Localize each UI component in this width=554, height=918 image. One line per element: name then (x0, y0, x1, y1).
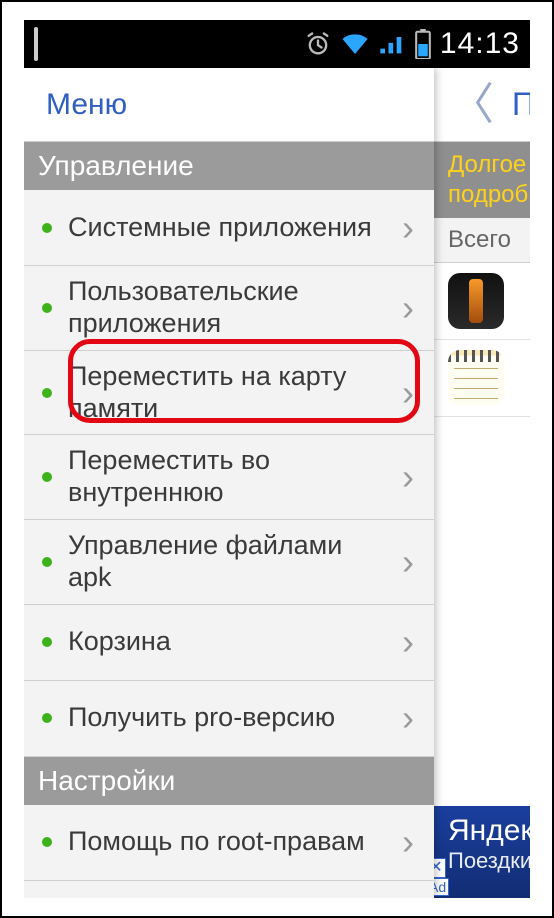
menu-item-label: Пользовательские приложения (68, 276, 394, 340)
menu-item-label: Переместить во внутреннюю (68, 445, 394, 509)
alarm-icon (304, 30, 332, 58)
menu-header: Меню (24, 68, 434, 142)
background-header: 〈 П (434, 68, 530, 142)
wifi-icon (340, 31, 370, 57)
bullet-icon (42, 837, 52, 847)
menu-item-label: Получить pro-версию (68, 702, 394, 734)
signal-icon (378, 31, 406, 57)
side-menu: Меню Управление Системные приложения › П… (24, 68, 434, 898)
menu-item-label: Помощь по root-правам (68, 826, 394, 858)
chevron-right-icon: › (394, 207, 422, 249)
status-bar: 14:13 (24, 20, 530, 68)
tip-line: подроб (448, 180, 530, 210)
chevron-right-icon: › (394, 621, 422, 663)
back-icon[interactable]: 〈 (450, 83, 494, 127)
menu-item-label: Системные приложения (68, 212, 394, 244)
bullet-icon (42, 557, 52, 567)
flashlight-icon (448, 273, 504, 329)
tip-line: Долгое (448, 150, 530, 180)
app-list-item[interactable] (434, 340, 530, 417)
menu-item-label: Корзина (68, 626, 394, 658)
chevron-right-icon: › (394, 821, 422, 863)
menu-section-header: Управление (24, 142, 434, 190)
menu-item-move-to-internal[interactable]: Переместить во внутреннюю › (24, 435, 434, 520)
tip-banner: Долгое подроб (434, 142, 530, 218)
menu-list: Управление Системные приложения › Пользо… (24, 142, 434, 898)
app-list-item[interactable] (434, 263, 530, 340)
chevron-right-icon: › (394, 372, 422, 414)
menu-item-trash[interactable]: Корзина › (24, 605, 434, 681)
menu-item-root-help[interactable]: Помощь по root-правам › (24, 805, 434, 881)
bullet-icon (42, 472, 52, 482)
app-content: 〈 П Долгое подроб Всего Яндекс (24, 68, 530, 898)
chevron-right-icon: › (394, 456, 422, 498)
bullet-icon (42, 223, 52, 233)
bullet-icon (42, 637, 52, 647)
menu-title: Меню (46, 88, 127, 122)
chevron-right-icon: › (394, 287, 422, 329)
bullet-icon (42, 713, 52, 723)
background-screen: 〈 П Долгое подроб Всего Яндекс (434, 68, 530, 898)
menu-item-get-pro[interactable]: Получить pro-версию › (24, 681, 434, 757)
ad-title: Яндекс (448, 814, 530, 848)
screen: 14:13 〈 П Долгое подроб Всего (24, 20, 530, 898)
menu-item-apk-manager[interactable]: Управление файлами apk › (24, 520, 434, 605)
background-subheader: Всего (434, 218, 530, 263)
bullet-icon (42, 303, 52, 313)
menu-item-label: Управление файлами apk (68, 530, 394, 594)
menu-section-header: Настройки (24, 757, 434, 805)
menu-item-user-apps[interactable]: Пользовательские приложения › (24, 266, 434, 351)
bullet-icon (42, 388, 52, 398)
battery-icon (414, 29, 432, 59)
chevron-right-icon: › (394, 541, 422, 583)
chevron-right-icon: › (394, 697, 422, 739)
menu-item-move-to-sd[interactable]: Переместить на карту памяти › (24, 351, 434, 436)
notepad-icon (448, 350, 504, 406)
menu-item-feedback[interactable]: Отзыв › (24, 881, 434, 898)
picture-icon (34, 29, 38, 60)
menu-item-label: Переместить на карту памяти (68, 361, 394, 425)
chevron-right-icon: › (394, 897, 422, 898)
ad-subtitle: Поездки (448, 848, 530, 874)
menu-item-system-apps[interactable]: Системные приложения › (24, 190, 434, 266)
ad-banner[interactable]: Яндекс Поездки ✕ Ad (434, 806, 530, 898)
status-clock: 14:13 (440, 27, 520, 61)
device-frame: 14:13 〈 П Долгое подроб Всего (0, 0, 554, 918)
background-title: П (512, 86, 530, 123)
